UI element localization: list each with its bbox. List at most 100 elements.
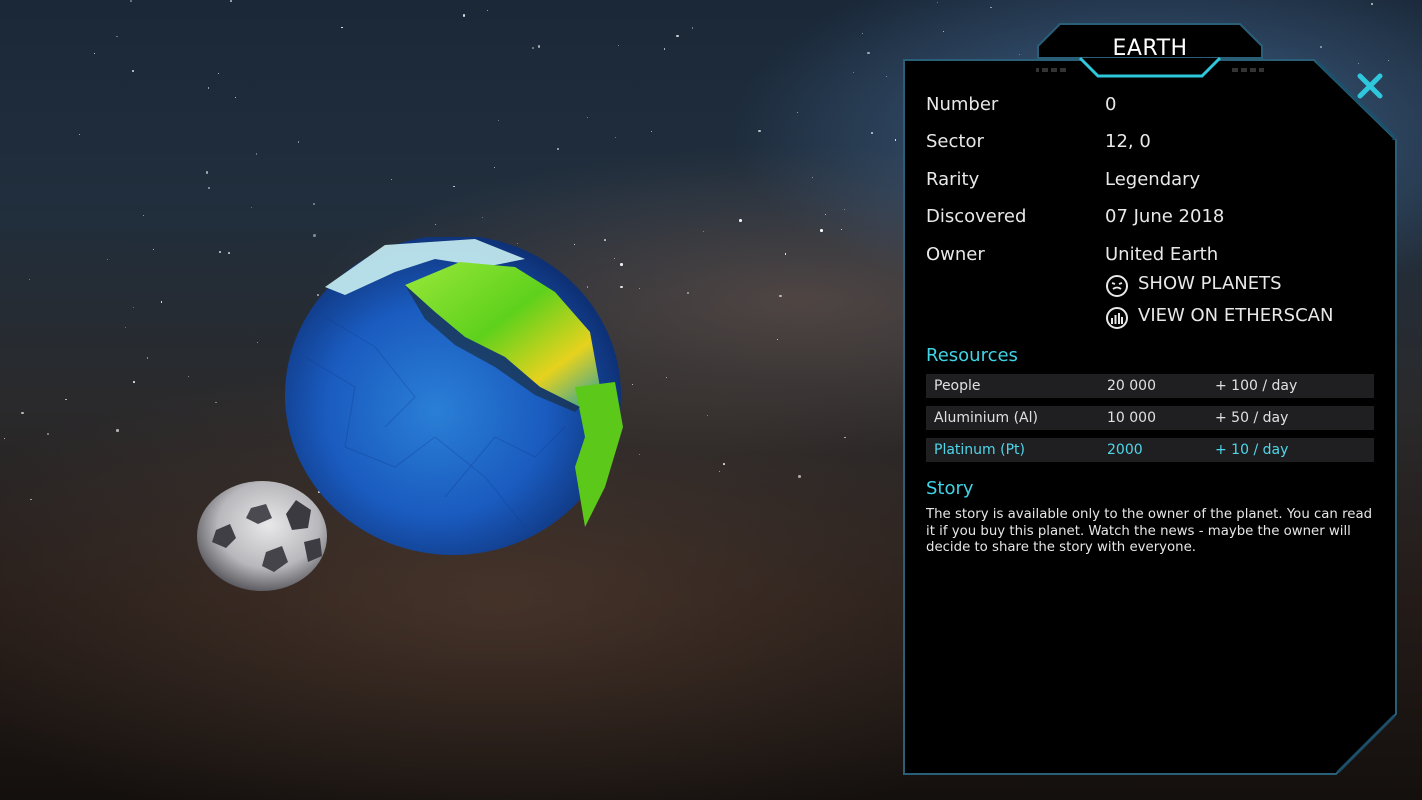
- star: [617, 44, 620, 47]
- star: [825, 213, 827, 215]
- star: [453, 185, 455, 188]
- info-value: United Earth: [1105, 244, 1219, 265]
- star: [537, 45, 541, 48]
- star: [615, 137, 617, 139]
- show-planets-label: SHOW PLANETS: [1138, 273, 1282, 294]
- resources-heading: Resources: [926, 345, 1018, 366]
- resource-name: People: [934, 378, 981, 394]
- space-background: EARTH Number 0 Sector 12, 0 Rarity Legen…: [0, 0, 1422, 800]
- star: [663, 48, 666, 50]
- star: [776, 339, 778, 341]
- star: [871, 132, 873, 134]
- star: [493, 166, 495, 168]
- star: [861, 32, 864, 35]
- star: [686, 291, 690, 295]
- star: [587, 116, 589, 118]
- star: [631, 384, 633, 386]
- star: [205, 171, 209, 174]
- star: [65, 398, 67, 401]
- star: [487, 9, 489, 11]
- star: [638, 287, 641, 290]
- star: [133, 381, 135, 383]
- star: [1320, 46, 1322, 48]
- star: [219, 251, 221, 253]
- star: [943, 31, 945, 33]
- info-label: Discovered: [926, 206, 1027, 227]
- info-label: Sector: [926, 131, 984, 152]
- resource-rate: + 100 / day: [1215, 378, 1298, 394]
- star: [758, 129, 761, 133]
- star: [30, 498, 32, 501]
- star: [132, 306, 134, 308]
- story-heading: Story: [926, 478, 974, 499]
- star: [47, 433, 49, 435]
- star: [228, 252, 230, 254]
- star: [723, 463, 725, 465]
- moon[interactable]: [196, 480, 328, 592]
- view-on-etherscan-label: VIEW ON ETHERSCAN: [1138, 305, 1334, 326]
- star: [4, 437, 6, 439]
- resource-row: Platinum (Pt) 2000 + 10 / day: [926, 438, 1374, 462]
- star: [650, 130, 653, 133]
- star: [312, 202, 315, 206]
- planet-earth[interactable]: [285, 237, 625, 557]
- star: [208, 187, 210, 189]
- resource-row: People 20 000 + 100 / day: [926, 374, 1374, 398]
- star: [797, 112, 799, 113]
- star: [297, 141, 300, 143]
- info-value: 12, 0: [1105, 131, 1151, 152]
- star: [146, 357, 149, 359]
- star: [718, 470, 721, 472]
- planet-face-icon: [1106, 275, 1128, 297]
- info-label: Owner: [926, 244, 985, 265]
- star: [234, 96, 237, 99]
- info-label: Number: [926, 94, 999, 115]
- star: [187, 376, 189, 378]
- star: [125, 326, 127, 328]
- info-value: Legendary: [1105, 169, 1201, 190]
- resource-name: Aluminium (Al): [934, 410, 1038, 426]
- star: [434, 223, 436, 225]
- star: [116, 429, 119, 432]
- star: [784, 253, 787, 255]
- star: [532, 47, 534, 49]
- star: [691, 27, 694, 29]
- info-label: Rarity: [926, 169, 980, 190]
- star: [130, 0, 132, 2]
- star: [703, 230, 705, 232]
- star: [257, 341, 259, 343]
- star: [820, 229, 823, 232]
- star: [215, 401, 217, 404]
- star: [160, 301, 163, 303]
- etherscan-icon: [1106, 307, 1128, 329]
- star: [1370, 2, 1374, 6]
- star: [867, 51, 870, 55]
- info-value: 07 June 2018: [1105, 206, 1225, 227]
- resource-name: Platinum (Pt): [934, 442, 1025, 458]
- resource-amount: 2000: [1107, 442, 1143, 458]
- star: [798, 475, 801, 478]
- star: [936, 1, 938, 3]
- star: [255, 153, 258, 155]
- star: [811, 176, 813, 178]
- star: [885, 76, 887, 78]
- star: [462, 14, 466, 17]
- star: [638, 453, 641, 456]
- resource-amount: 10 000: [1107, 410, 1156, 426]
- star: [116, 35, 118, 38]
- resource-rate: + 50 / day: [1215, 410, 1289, 426]
- star: [840, 228, 842, 230]
- star: [481, 216, 483, 218]
- star: [779, 294, 782, 298]
- star: [218, 72, 220, 74]
- star: [79, 133, 81, 135]
- close-icon[interactable]: [1352, 68, 1388, 104]
- star: [1019, 53, 1021, 55]
- star: [852, 71, 854, 73]
- star: [29, 279, 31, 281]
- info-value: 0: [1105, 94, 1117, 115]
- star: [230, 0, 232, 2]
- star: [207, 87, 210, 89]
- resource-rate: + 10 / day: [1215, 442, 1289, 458]
- star: [142, 214, 144, 216]
